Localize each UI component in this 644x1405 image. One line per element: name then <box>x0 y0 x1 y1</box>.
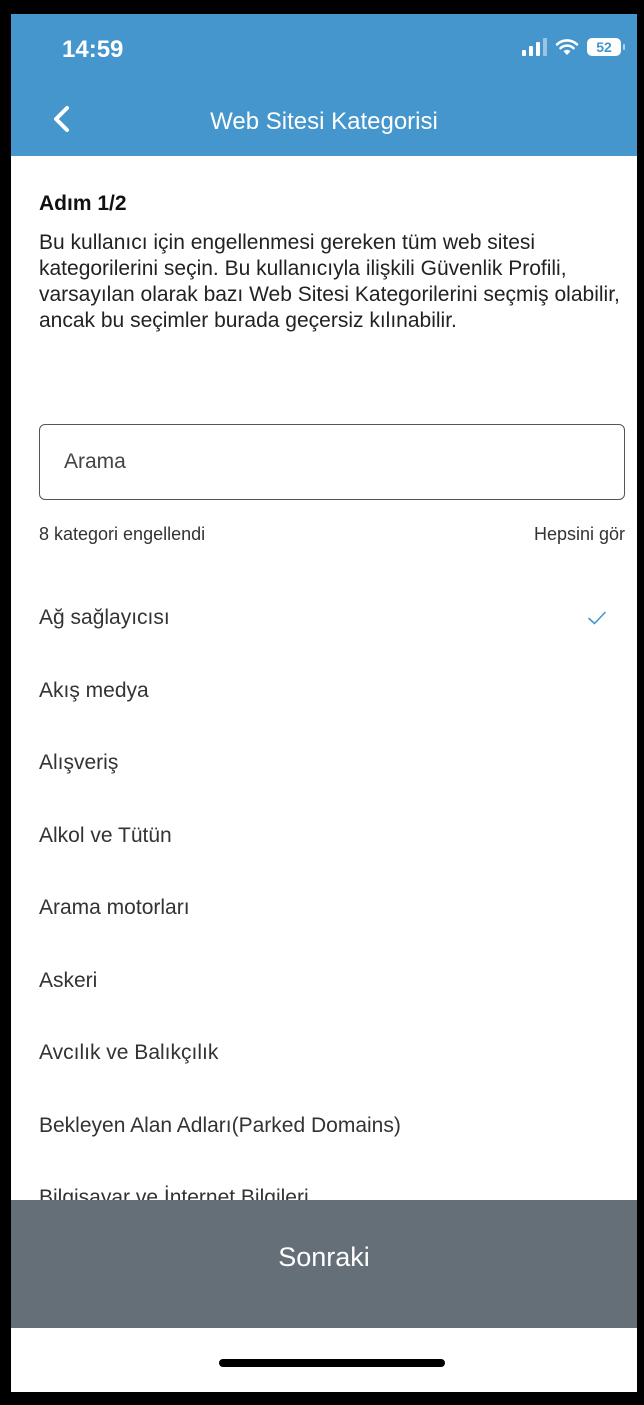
header: 14:59 52 Web Sitesi Kategorisi <box>11 14 637 156</box>
category-item[interactable]: Avcılık ve Balıkçılık <box>39 1017 625 1090</box>
category-item[interactable]: Arama motorları <box>39 872 625 945</box>
category-label: Askeri <box>39 968 98 992</box>
see-all-link[interactable]: Hepsini gör <box>534 524 625 545</box>
category-item[interactable]: Akış medya <box>39 655 625 728</box>
category-list: Ağ sağlayıcısı Akış medya Alışveriş Alko… <box>39 582 625 1235</box>
category-label: Arama motorları <box>39 896 190 920</box>
category-label: Alkol ve Tütün <box>39 823 172 847</box>
step-indicator: Adım 1/2 <box>39 192 127 215</box>
search-input[interactable] <box>39 424 625 500</box>
page-title: Web Sitesi Kategorisi <box>210 108 438 135</box>
category-label: Akış medya <box>39 678 149 702</box>
category-item[interactable]: Alkol ve Tütün <box>39 800 625 873</box>
category-item[interactable]: Askeri <box>39 945 625 1018</box>
battery-indicator: 52 <box>587 38 625 56</box>
instructions-text: Bu kullanıcı için engellenmesi gereken t… <box>39 231 620 332</box>
category-label: Alışveriş <box>39 751 119 775</box>
category-item[interactable]: Bekleyen Alan Adları(Parked Domains) <box>39 1090 625 1163</box>
cellular-signal-icon <box>522 38 547 56</box>
category-item[interactable]: Alışveriş <box>39 727 625 800</box>
status-icons: 52 <box>522 38 625 56</box>
blocked-count: 8 kategori engellendi <box>39 524 206 544</box>
checkmark-icon <box>588 611 606 625</box>
next-button[interactable]: Sonraki <box>11 1200 637 1328</box>
wifi-icon <box>555 39 579 55</box>
category-item[interactable]: Ağ sağlayıcısı <box>39 582 625 655</box>
next-button-label: Sonraki <box>278 1242 370 1272</box>
category-label: Avcılık ve Balıkçılık <box>39 1041 219 1065</box>
app-screen: 14:59 52 Web Sitesi Kategorisi Adım 1/2 … <box>11 14 637 1392</box>
category-label: Bekleyen Alan Adları(Parked Domains) <box>39 1113 401 1137</box>
home-indicator <box>219 1359 445 1367</box>
category-label: Ağ sağlayıcısı <box>39 606 170 630</box>
status-time: 14:59 <box>62 36 124 63</box>
